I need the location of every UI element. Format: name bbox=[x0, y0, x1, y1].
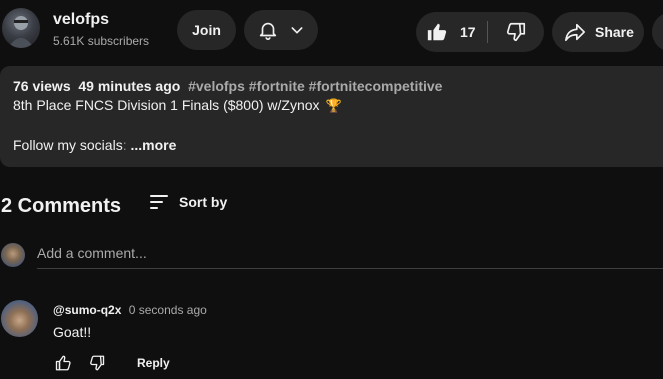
description-title: 8th Place FNCS Division 1 Finals ($800) … bbox=[13, 97, 342, 114]
comment-time[interactable]: 0 seconds ago bbox=[129, 303, 207, 317]
share-button[interactable]: Share bbox=[552, 12, 644, 52]
user-avatar bbox=[1, 243, 25, 267]
share-arrow-icon bbox=[563, 21, 587, 43]
thumbs-down-icon bbox=[90, 355, 105, 371]
comments-count: 2 Comments bbox=[1, 195, 122, 217]
upload-time: 49 minutes ago bbox=[78, 78, 181, 94]
thumbs-down-icon bbox=[505, 21, 527, 43]
show-more-button[interactable]: ...more bbox=[130, 137, 176, 153]
follow-fade: : bbox=[122, 137, 127, 153]
trophy-icon: 🏆 bbox=[325, 98, 342, 113]
channel-name[interactable]: velofps bbox=[53, 11, 109, 29]
add-comment-input[interactable]: Add a comment... bbox=[37, 245, 147, 261]
notifications-button[interactable] bbox=[244, 10, 318, 50]
more-actions-button[interactable] bbox=[652, 12, 663, 52]
join-button[interactable]: Join bbox=[177, 10, 236, 50]
channel-avatar[interactable] bbox=[2, 8, 40, 48]
comment-author[interactable]: @sumo-q2x bbox=[53, 303, 121, 317]
comment-author-avatar[interactable] bbox=[1, 300, 38, 337]
sort-icon bbox=[149, 193, 169, 211]
bell-icon bbox=[257, 19, 279, 41]
follow-text: Follow my socials bbox=[13, 137, 123, 153]
thumbs-up-icon bbox=[426, 21, 448, 43]
comment-text: Goat!! bbox=[53, 324, 92, 340]
dislike-button[interactable] bbox=[488, 12, 544, 52]
chevron-down-icon bbox=[289, 22, 305, 38]
share-label: Share bbox=[595, 24, 634, 40]
comment-like-button[interactable] bbox=[53, 353, 75, 373]
hashtags[interactable]: #velofps #fortnite #fortnitecompetitive bbox=[188, 78, 442, 94]
like-count: 17 bbox=[460, 24, 476, 40]
comment-dislike-button[interactable] bbox=[85, 353, 107, 373]
like-dislike-group: 17 bbox=[416, 12, 544, 52]
sort-by-button[interactable]: Sort by bbox=[149, 193, 227, 211]
description-box[interactable]: 76 views 49 minutes ago #velofps #fortni… bbox=[0, 66, 663, 167]
thumbs-up-icon bbox=[55, 355, 71, 371]
comment-actions: Reply bbox=[53, 353, 170, 373]
view-count: 76 views bbox=[13, 78, 71, 94]
description-follow: Follow my socials: ...more bbox=[13, 137, 176, 153]
comment-header: @sumo-q2x 0 seconds ago bbox=[53, 303, 207, 317]
subscriber-count: 5.61K subscribers bbox=[53, 34, 150, 48]
video-meta: 76 views 49 minutes ago #velofps #fortni… bbox=[13, 78, 442, 94]
like-button[interactable]: 17 bbox=[416, 12, 488, 52]
reply-button[interactable]: Reply bbox=[137, 356, 170, 370]
sort-label: Sort by bbox=[179, 194, 228, 210]
add-comment-underline bbox=[37, 268, 663, 269]
description-title-text: 8th Place FNCS Division 1 Finals ($800) … bbox=[13, 97, 320, 113]
